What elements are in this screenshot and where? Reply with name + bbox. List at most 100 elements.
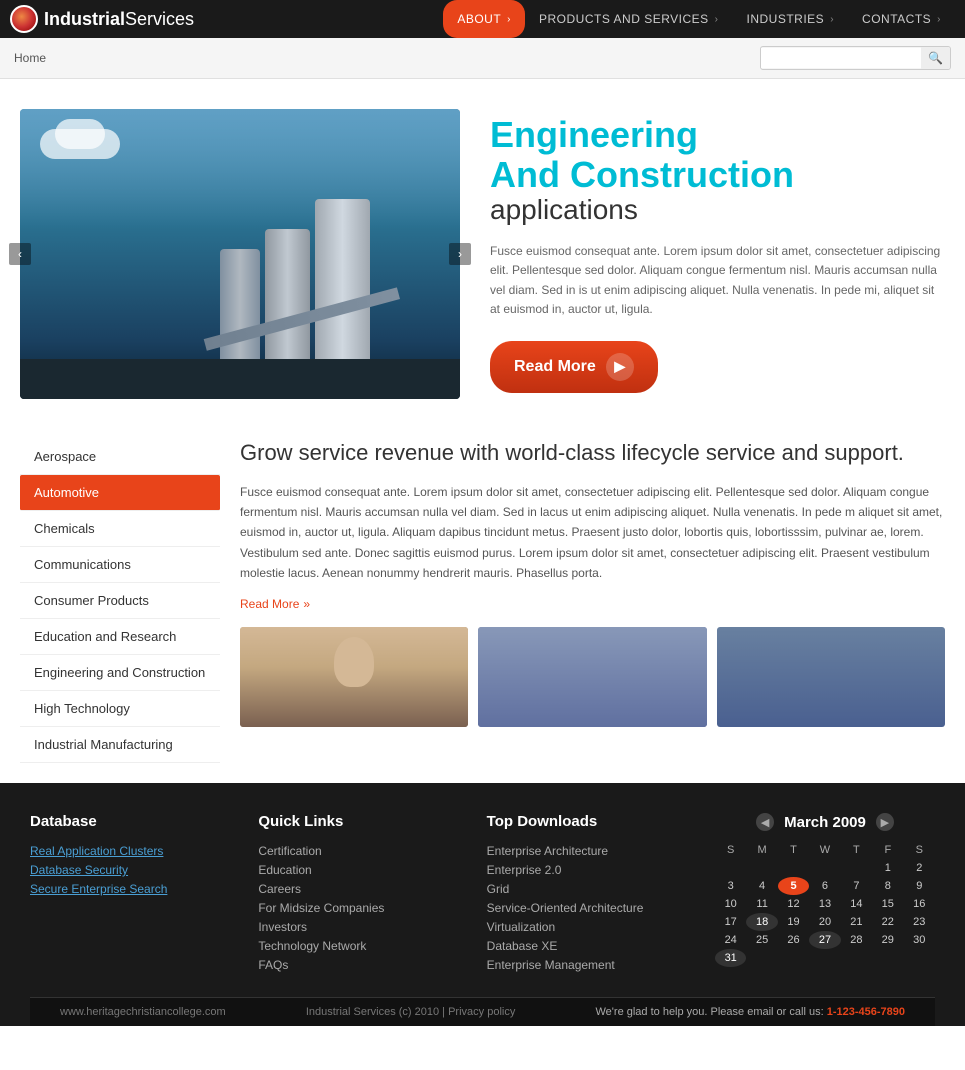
footer-db-link[interactable]: Secure Enterprise Search <box>30 882 228 896</box>
calendar-table: SMTWTFS123456789101112131415161718192021… <box>715 841 935 967</box>
footer-download-item[interactable]: Grid <box>487 882 685 896</box>
calendar-day[interactable]: 27 <box>809 931 840 949</box>
calendar-day-header: S <box>904 841 935 859</box>
sidebar-item-automotive[interactable]: Automotive <box>20 475 220 511</box>
breadcrumb-bar: Home 🔍 <box>0 38 965 79</box>
calendar-day[interactable]: 20 <box>809 913 840 931</box>
nav-chevron-icon: › <box>830 14 834 25</box>
calendar-day[interactable]: 8 <box>872 877 903 895</box>
footer-quicklink-item[interactable]: FAQs <box>258 958 456 972</box>
footer-quicklink-item[interactable]: For Midsize Companies <box>258 901 456 915</box>
calendar-day[interactable]: 1 <box>872 859 903 877</box>
calendar-next-button[interactable]: ▶ <box>876 813 894 831</box>
calendar-day[interactable]: 11 <box>746 895 777 913</box>
content-description: Fusce euismod consequat ante. Lorem ipsu… <box>240 482 945 584</box>
calendar-day[interactable]: 18 <box>746 913 777 931</box>
slider-next-button[interactable]: › <box>449 243 471 265</box>
content-read-more-link[interactable]: Read More » <box>240 597 310 611</box>
calendar-day[interactable]: 13 <box>809 895 840 913</box>
sidebar-item-communications[interactable]: Communications <box>20 547 220 583</box>
footer-download-item[interactable]: Enterprise 2.0 <box>487 863 685 877</box>
calendar-day[interactable]: 5 <box>778 877 809 895</box>
nav-item-industries[interactable]: INDUSTRIES› <box>733 0 849 38</box>
breadcrumb[interactable]: Home <box>14 51 46 65</box>
calendar-day <box>778 949 809 967</box>
footer-db-link[interactable]: Real Application Clusters <box>30 844 228 858</box>
calendar-day <box>715 859 746 877</box>
calendar-day[interactable]: 15 <box>872 895 903 913</box>
footer-quicklink-item[interactable]: Education <box>258 863 456 877</box>
footer: Database Real Application ClustersDataba… <box>0 783 965 1026</box>
calendar-day-header: F <box>872 841 903 859</box>
footer-quicklinks-title: Quick Links <box>258 813 456 830</box>
hero-image <box>20 109 460 399</box>
calendar-day[interactable]: 19 <box>778 913 809 931</box>
calendar-day[interactable]: 4 <box>746 877 777 895</box>
nav-item-about[interactable]: ABOUT› <box>443 0 525 38</box>
sidebar-item-engineering-and-construction[interactable]: Engineering and Construction <box>20 655 220 691</box>
calendar-day[interactable]: 23 <box>904 913 935 931</box>
calendar-day[interactable]: 12 <box>778 895 809 913</box>
hero-content: EngineeringAnd Construction applications… <box>490 115 945 393</box>
sidebar-item-high-technology[interactable]: High Technology <box>20 691 220 727</box>
sidebar-item-consumer-products[interactable]: Consumer Products <box>20 583 220 619</box>
sidebar: AerospaceAutomotiveChemicalsCommunicatio… <box>20 439 220 763</box>
calendar-day[interactable]: 29 <box>872 931 903 949</box>
footer-quicklinks-col: Quick Links Certification Education Career… <box>258 813 456 977</box>
sidebar-item-education-and-research[interactable]: Education and Research <box>20 619 220 655</box>
calendar-day[interactable]: 26 <box>778 931 809 949</box>
footer-download-item[interactable]: Enterprise Management <box>487 958 685 972</box>
sidebar-item-chemicals[interactable]: Chemicals <box>20 511 220 547</box>
calendar-prev-button[interactable]: ◀ <box>756 813 774 831</box>
footer-quicklink-item[interactable]: Certification <box>258 844 456 858</box>
hero-read-more-button[interactable]: Read More ▶ <box>490 341 658 393</box>
calendar-day <box>872 949 903 967</box>
sidebar-item-industrial-manufacturing[interactable]: Industrial Manufacturing <box>20 727 220 763</box>
nav-item-products-and-services[interactable]: PRODUCTS AND SERVICES› <box>525 0 733 38</box>
search-button[interactable]: 🔍 <box>921 47 950 69</box>
calendar-day <box>746 859 777 877</box>
slider-prev-button[interactable]: ‹ <box>9 243 31 265</box>
search-input[interactable] <box>761 48 921 68</box>
calendar-day[interactable]: 10 <box>715 895 746 913</box>
navbar: IndustrialServices ABOUT›PRODUCTS AND SE… <box>0 0 965 38</box>
calendar-day[interactable]: 30 <box>904 931 935 949</box>
footer-quicklink-item[interactable]: Technology Network <box>258 939 456 953</box>
calendar-day[interactable]: 6 <box>809 877 840 895</box>
calendar-day <box>841 859 872 877</box>
search-box[interactable]: 🔍 <box>760 46 951 70</box>
calendar-day[interactable]: 21 <box>841 913 872 931</box>
calendar-day[interactable]: 16 <box>904 895 935 913</box>
site-logo[interactable]: IndustrialServices <box>10 5 194 33</box>
calendar-day[interactable]: 3 <box>715 877 746 895</box>
main-content: AerospaceAutomotiveChemicalsCommunicatio… <box>0 429 965 783</box>
read-more-label: Read More <box>514 358 596 376</box>
footer-download-item[interactable]: Service-Oriented Architecture <box>487 901 685 915</box>
footer-contact-text: We're glad to help you. Please email or … <box>596 1006 906 1018</box>
calendar-day[interactable]: 17 <box>715 913 746 931</box>
footer-quicklink-item[interactable]: Investors <box>258 920 456 934</box>
hero-title-line1: EngineeringAnd Construction <box>490 115 945 194</box>
hero-description: Fusce euismod consequat ante. Lorem ipsu… <box>490 242 945 319</box>
footer-quicklink-item[interactable]: Careers <box>258 882 456 896</box>
calendar-day[interactable]: 7 <box>841 877 872 895</box>
calendar-day[interactable]: 28 <box>841 931 872 949</box>
nav-item-contacts[interactable]: CONTACTS› <box>848 0 955 38</box>
calendar-day[interactable]: 9 <box>904 877 935 895</box>
nav-chevron-icon: › <box>507 14 511 25</box>
calendar-day[interactable]: 2 <box>904 859 935 877</box>
calendar-day[interactable]: 14 <box>841 895 872 913</box>
calendar-day <box>778 859 809 877</box>
nav-chevron-icon: › <box>715 14 719 25</box>
sidebar-item-aerospace[interactable]: Aerospace <box>20 439 220 475</box>
calendar-day[interactable]: 25 <box>746 931 777 949</box>
footer-db-link[interactable]: Database Security <box>30 863 228 877</box>
footer-download-item[interactable]: Enterprise Architecture <box>487 844 685 858</box>
calendar-day[interactable]: 24 <box>715 931 746 949</box>
calendar-day[interactable]: 22 <box>872 913 903 931</box>
calendar-day <box>904 949 935 967</box>
calendar-day[interactable]: 31 <box>715 949 746 967</box>
footer-top: Database Real Application ClustersDataba… <box>30 813 935 997</box>
footer-download-item[interactable]: Virtualization <box>487 920 685 934</box>
footer-download-item[interactable]: Database XE <box>487 939 685 953</box>
